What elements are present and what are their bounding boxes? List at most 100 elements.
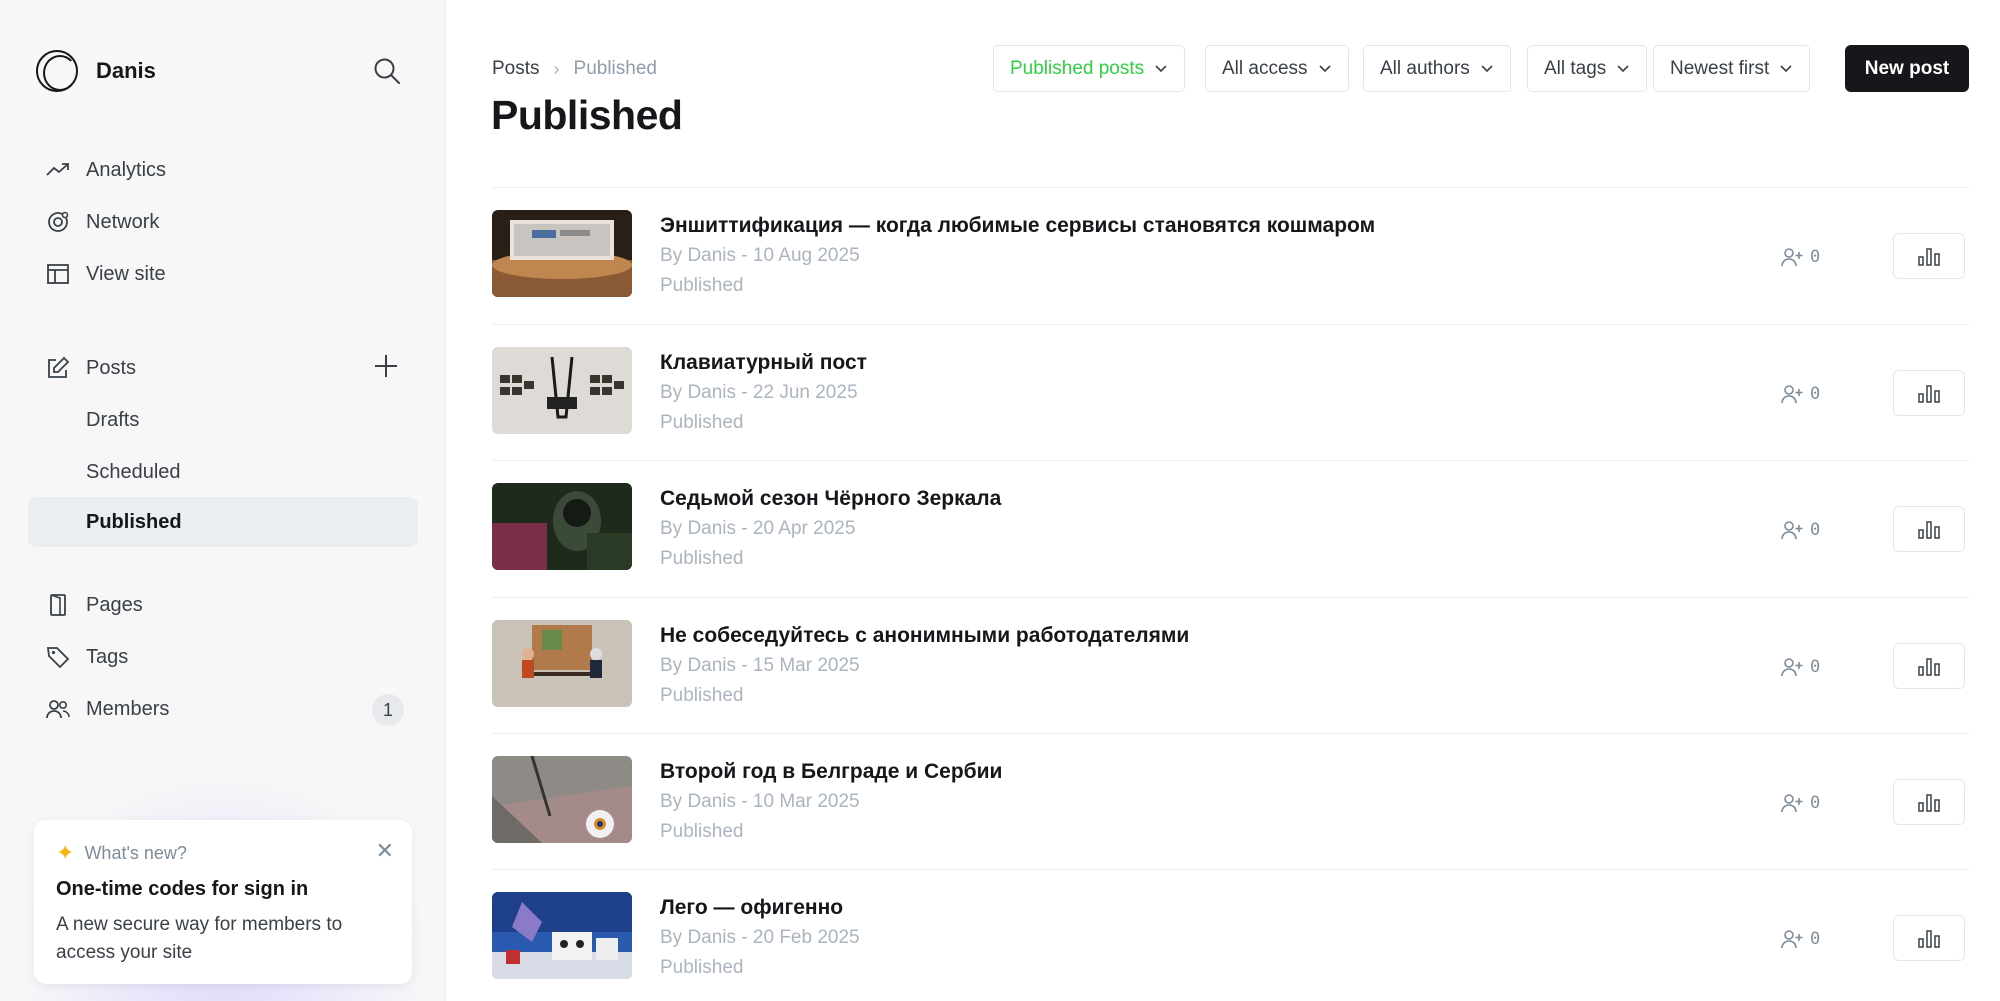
nav-posts[interactable]: Posts	[28, 343, 418, 393]
bar-chart-icon	[1918, 248, 1940, 266]
chevron-down-icon	[1155, 64, 1167, 72]
member-add-icon	[1781, 794, 1803, 813]
nav-analytics[interactable]: Analytics	[28, 145, 418, 195]
nav-members[interactable]: Members 1	[28, 684, 418, 734]
post-row[interactable]: Седьмой сезон Чёрного Зеркала By Danis -…	[492, 461, 1969, 597]
nav-network[interactable]: Network	[28, 197, 418, 247]
post-title[interactable]: Эншиттификация — когда любимые сервисы с…	[660, 214, 1375, 238]
post-thumbnail	[492, 620, 632, 707]
members-icon	[46, 697, 70, 721]
post-meta: By Danis - 10 Mar 2025	[660, 791, 860, 812]
member-add-icon	[1781, 930, 1803, 949]
post-title[interactable]: Клавиатурный пост	[660, 351, 867, 375]
sparkle-icon: ✦	[56, 840, 75, 865]
post-title[interactable]: Седьмой сезон Чёрного Зеркала	[660, 487, 1001, 511]
bar-chart-icon	[1918, 794, 1940, 812]
post-analytics-button[interactable]	[1893, 506, 1965, 552]
post-row[interactable]: Клавиатурный пост By Danis - 22 Jun 2025…	[492, 325, 1969, 461]
post-row[interactable]: Второй год в Белграде и Сербии By Danis …	[492, 734, 1969, 870]
post-analytics-button[interactable]	[1893, 779, 1965, 825]
post-title[interactable]: Лего — офигенно	[660, 896, 843, 920]
post-row[interactable]: Не собеседуйтесь с анонимными работодате…	[492, 598, 1969, 734]
tags-icon	[46, 645, 70, 669]
member-add-icon	[1781, 248, 1803, 267]
nav-pages[interactable]: Pages	[28, 580, 418, 630]
chevron-down-icon	[1780, 64, 1792, 72]
nav-published[interactable]: Published	[28, 497, 418, 547]
bar-chart-icon	[1918, 658, 1940, 676]
site-brand[interactable]: Danis	[36, 50, 156, 92]
chevron-down-icon	[1318, 64, 1331, 72]
post-title[interactable]: Второй год в Белграде и Сербии	[660, 760, 1002, 784]
post-analytics-button[interactable]	[1893, 370, 1965, 416]
member-add-icon	[1781, 521, 1803, 540]
post-thumbnail	[492, 210, 632, 297]
nav-drafts-label: Drafts	[86, 408, 140, 431]
posts-icon	[46, 356, 70, 380]
add-post-icon[interactable]	[372, 352, 400, 380]
filter-authors-label: All authors	[1380, 57, 1470, 79]
post-thumbnail	[492, 892, 632, 979]
filter-type-label: Published posts	[1010, 57, 1145, 79]
filter-authors-dropdown[interactable]: All authors	[1363, 45, 1511, 92]
members-count-badge: 1	[372, 694, 404, 726]
site-logo	[36, 50, 78, 92]
breadcrumb-posts-link[interactable]: Posts	[492, 58, 540, 80]
sidebar: Danis Analytics Network View site Posts …	[0, 0, 446, 1001]
nav-posts-label: Posts	[86, 356, 137, 379]
whats-new-heading: What's new?	[84, 842, 187, 863]
post-row[interactable]: Лего — офигенно By Danis - 20 Feb 2025 P…	[492, 870, 1969, 1001]
view-site-icon	[46, 262, 70, 286]
post-title[interactable]: Не собеседуйтесь с анонимными работодате…	[660, 624, 1189, 648]
filter-type-dropdown[interactable]: Published posts	[993, 45, 1186, 92]
nav-tags-label: Tags	[86, 645, 129, 668]
filter-access-dropdown[interactable]: All access	[1205, 45, 1349, 92]
analytics-icon	[46, 158, 70, 182]
filter-tags-dropdown[interactable]: All tags	[1527, 45, 1648, 92]
nav-view-site[interactable]: View site	[28, 249, 418, 299]
post-members-count: 0	[1780, 246, 1820, 268]
nav-view-site-label: View site	[86, 262, 166, 285]
nav-tags[interactable]: Tags	[28, 632, 418, 682]
members-count: 0	[1810, 384, 1821, 404]
close-icon[interactable]: ✕	[376, 838, 394, 864]
pages-icon	[46, 593, 70, 617]
post-analytics-button[interactable]	[1893, 643, 1965, 689]
post-meta: By Danis - 20 Feb 2025	[660, 927, 860, 948]
post-meta: By Danis - 15 Mar 2025	[660, 655, 860, 676]
sort-order-label: Newest first	[1670, 57, 1770, 79]
post-status: Published	[660, 275, 744, 296]
post-analytics-button[interactable]	[1893, 233, 1965, 279]
post-members-count: 0	[1780, 519, 1820, 541]
whats-new-card[interactable]: ✦ What's new? ✕ One-time codes for sign …	[34, 820, 412, 984]
post-row[interactable]: Эншиттификация — когда любимые сервисы с…	[492, 188, 1969, 324]
nav-published-label: Published	[86, 510, 182, 533]
nav-analytics-label: Analytics	[86, 158, 167, 181]
members-count: 0	[1810, 929, 1821, 949]
chevron-down-icon	[1481, 64, 1493, 72]
members-count: 0	[1810, 520, 1821, 540]
search-icon[interactable]	[372, 56, 402, 86]
post-members-count: 0	[1780, 656, 1820, 678]
post-members-count: 0	[1780, 928, 1820, 950]
post-status: Published	[660, 412, 744, 433]
sort-order-dropdown[interactable]: Newest first	[1653, 45, 1811, 92]
post-status: Published	[660, 548, 744, 569]
post-status: Published	[660, 821, 744, 842]
network-icon	[46, 210, 70, 234]
post-members-count: 0	[1780, 383, 1820, 405]
post-meta: By Danis - 22 Jun 2025	[660, 382, 858, 403]
nav-scheduled[interactable]: Scheduled	[28, 447, 418, 497]
post-analytics-button[interactable]	[1893, 915, 1965, 961]
nav-drafts[interactable]: Drafts	[28, 395, 418, 445]
members-count: 0	[1810, 793, 1821, 813]
breadcrumb: Posts › Published	[492, 58, 657, 80]
post-meta: By Danis - 20 Apr 2025	[660, 518, 856, 539]
bar-chart-icon	[1918, 930, 1940, 948]
breadcrumb-current: Published	[573, 58, 657, 79]
filter-tags-label: All tags	[1544, 57, 1607, 79]
post-status: Published	[660, 957, 744, 978]
nav-scheduled-label: Scheduled	[86, 460, 181, 483]
members-count: 0	[1810, 247, 1821, 267]
new-post-button[interactable]: New post	[1845, 45, 1969, 92]
